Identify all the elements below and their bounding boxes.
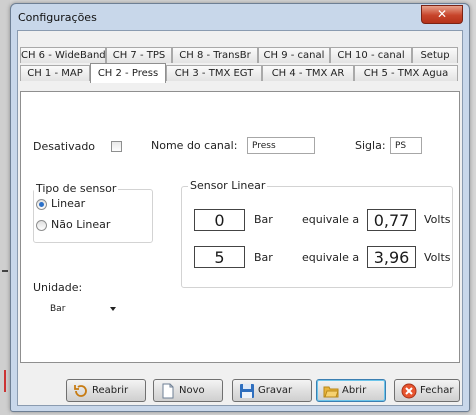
chevron-down-icon bbox=[110, 307, 116, 311]
open-button-label: Abrir bbox=[342, 385, 367, 396]
close-window-button[interactable]: ✕ bbox=[421, 5, 463, 24]
sensor-type-title: Tipo de sensor bbox=[34, 182, 119, 195]
settings-dialog: Configurações ✕ CH 6 - WideBand CH 7 - T… bbox=[10, 3, 470, 412]
pressure-max-field[interactable]: 5 bbox=[194, 246, 245, 268]
unit-select-value: Bar bbox=[50, 304, 66, 314]
tab-ch7-tps[interactable]: CH 7 - TPS bbox=[106, 47, 172, 63]
tab-ch1-map[interactable]: CH 1 - MAP bbox=[20, 65, 90, 81]
linear-sensor-group: Sensor Linear 0 Bar equivale a 0,77 Volt… bbox=[181, 179, 453, 288]
save-icon bbox=[240, 384, 254, 398]
tab-ch8-transbr[interactable]: CH 8 - TransBr bbox=[172, 47, 258, 63]
sensor-linear-label[interactable]: Linear bbox=[51, 197, 85, 210]
pressure-min-unit: Bar bbox=[254, 213, 273, 226]
tab-ch4-tmx-ar[interactable]: CH 4 - TMX AR bbox=[262, 65, 354, 81]
unit-select[interactable]: Bar bbox=[45, 298, 123, 318]
tab-setup[interactable]: Setup bbox=[412, 47, 458, 63]
disabled-checkbox[interactable] bbox=[111, 141, 122, 152]
equivalent-min-label: equivale a bbox=[302, 213, 360, 226]
short-name-field[interactable]: PS bbox=[390, 137, 422, 154]
background-window-edge bbox=[0, 0, 10, 415]
close-button[interactable]: Fechar bbox=[394, 379, 460, 402]
open-button[interactable]: Abrir bbox=[316, 379, 386, 402]
window-title: Configurações bbox=[18, 11, 97, 24]
title-bar[interactable]: Configurações ✕ bbox=[11, 4, 469, 30]
tab-row-back: CH 6 - WideBand CH 7 - TPS CH 8 - TransB… bbox=[20, 47, 460, 64]
tab-ch10-canal[interactable]: CH 10 - canal bbox=[330, 47, 412, 63]
pressure-max-unit: Bar bbox=[254, 251, 273, 264]
sensor-nonlinear-label[interactable]: Não Linear bbox=[51, 218, 110, 231]
tab-panel-ch2-press: Desativado Nome do canal: Press Sigla: P… bbox=[20, 91, 460, 363]
tab-ch3-tmx-egt[interactable]: CH 3 - TMX EGT bbox=[166, 65, 262, 81]
background-red-mark bbox=[4, 370, 6, 392]
background-line bbox=[2, 270, 8, 272]
linear-sensor-title: Sensor Linear bbox=[188, 179, 268, 192]
voltage-max-field[interactable]: 3,96 bbox=[367, 246, 416, 268]
reopen-icon bbox=[74, 385, 87, 397]
sensor-type-group: Tipo de sensor Linear Não Linear bbox=[33, 182, 153, 243]
sensor-nonlinear-radio[interactable] bbox=[36, 220, 47, 231]
voltage-min-unit: Volts bbox=[424, 213, 451, 226]
disabled-label: Desativado bbox=[33, 140, 96, 153]
save-button-label: Gravar bbox=[258, 385, 293, 396]
close-button-label: Fechar bbox=[420, 385, 454, 396]
tab-ch5-tmx-agua[interactable]: CH 5 - TMX Agua bbox=[354, 65, 458, 81]
channel-name-field[interactable]: Press bbox=[247, 137, 315, 154]
dialog-client-area: CH 6 - WideBand CH 7 - TPS CH 8 - TransB… bbox=[17, 30, 463, 406]
tab-ch9-canal[interactable]: CH 9 - canal bbox=[258, 47, 330, 63]
channel-name-label: Nome do canal: bbox=[151, 139, 238, 152]
equivalent-max-label: equivale a bbox=[302, 251, 360, 264]
short-name-label: Sigla: bbox=[355, 139, 386, 152]
voltage-max-unit: Volts bbox=[424, 251, 451, 264]
sensor-linear-radio[interactable] bbox=[36, 199, 47, 210]
reopen-button[interactable]: Reabrir bbox=[66, 379, 146, 402]
unit-label: Unidade: bbox=[33, 281, 83, 294]
tab-ch6-wideband[interactable]: CH 6 - WideBand bbox=[20, 47, 106, 63]
pressure-min-field[interactable]: 0 bbox=[194, 209, 245, 231]
tab-ch2-press[interactable]: CH 2 - Press bbox=[90, 63, 166, 83]
new-button[interactable]: Novo bbox=[153, 379, 223, 402]
reopen-button-label: Reabrir bbox=[92, 385, 129, 396]
new-button-label: Novo bbox=[179, 385, 205, 396]
tab-row-front: CH 1 - MAP CH 2 - Press CH 3 - TMX EGT C… bbox=[20, 63, 460, 83]
voltage-min-field[interactable]: 0,77 bbox=[367, 209, 416, 231]
save-button[interactable]: Gravar bbox=[232, 379, 312, 402]
open-folder-icon bbox=[323, 386, 339, 398]
close-circle-icon bbox=[401, 383, 417, 399]
new-document-icon bbox=[162, 383, 174, 399]
